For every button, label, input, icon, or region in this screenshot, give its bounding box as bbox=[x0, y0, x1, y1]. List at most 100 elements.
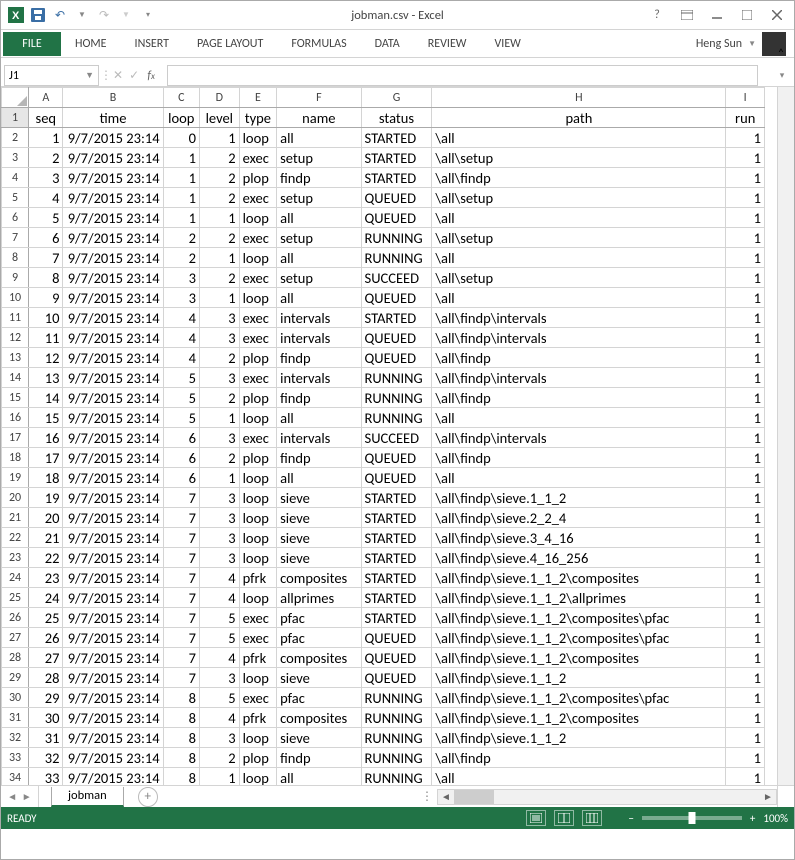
cell[interactable]: loop bbox=[239, 248, 277, 268]
cell[interactable]: QUEUED bbox=[361, 648, 432, 668]
cell[interactable]: 1 bbox=[726, 768, 765, 786]
row-header[interactable]: 17 bbox=[2, 428, 29, 448]
col-header-E[interactable]: E bbox=[239, 88, 277, 108]
excel-icon[interactable]: X bbox=[6, 5, 26, 25]
cell[interactable]: 26 bbox=[29, 628, 63, 648]
cell[interactable]: loop bbox=[239, 408, 277, 428]
cell[interactable]: 9/7/2015 23:14 bbox=[63, 348, 163, 368]
cell[interactable]: \all\findp\sieve.1_1_2\composites\pfac bbox=[432, 608, 726, 628]
cell[interactable]: 32 bbox=[29, 748, 63, 768]
cell[interactable]: 20 bbox=[29, 508, 63, 528]
cell[interactable]: sieve bbox=[277, 528, 361, 548]
cell[interactable]: QUEUED bbox=[361, 188, 432, 208]
cell[interactable]: \all\findp\sieve.3_4_16 bbox=[432, 528, 726, 548]
cell[interactable]: 9/7/2015 23:14 bbox=[63, 568, 163, 588]
cell[interactable]: 1 bbox=[726, 628, 765, 648]
cell[interactable]: composites bbox=[277, 648, 361, 668]
cell[interactable]: \all bbox=[432, 208, 726, 228]
cell[interactable]: loop bbox=[239, 128, 277, 148]
view-pagelayout-icon[interactable] bbox=[554, 810, 574, 826]
cell[interactable]: 4 bbox=[200, 708, 240, 728]
cell[interactable]: setup bbox=[277, 188, 361, 208]
cell[interactable]: 9/7/2015 23:14 bbox=[63, 488, 163, 508]
cell[interactable]: all bbox=[277, 248, 361, 268]
cell[interactable]: 1 bbox=[726, 668, 765, 688]
cell[interactable]: \all\setup bbox=[432, 188, 726, 208]
tab-view[interactable]: VIEW bbox=[480, 32, 534, 56]
horizontal-scrollbar[interactable]: ◄ ► bbox=[437, 789, 777, 805]
cell[interactable]: sieve bbox=[277, 728, 361, 748]
cell[interactable]: 2 bbox=[200, 168, 240, 188]
cell[interactable]: STARTED bbox=[361, 568, 432, 588]
cell[interactable]: QUEUED bbox=[361, 328, 432, 348]
cell[interactable]: 1 bbox=[726, 528, 765, 548]
hscroll-split-icon[interactable]: ⋮ bbox=[421, 789, 433, 804]
cell[interactable]: loop bbox=[239, 528, 277, 548]
cell[interactable]: 9/7/2015 23:14 bbox=[63, 508, 163, 528]
cell[interactable]: 8 bbox=[163, 748, 199, 768]
cell[interactable]: all bbox=[277, 768, 361, 786]
cell[interactable]: 4 bbox=[163, 308, 199, 328]
row-header[interactable]: 33 bbox=[2, 748, 29, 768]
cell[interactable]: 4 bbox=[200, 568, 240, 588]
cell[interactable]: \all bbox=[432, 468, 726, 488]
cell[interactable]: \all\findp bbox=[432, 168, 726, 188]
cell[interactable]: plop bbox=[239, 168, 277, 188]
cell[interactable]: pfac bbox=[277, 628, 361, 648]
view-pagebreak-icon[interactable] bbox=[582, 810, 602, 826]
cell[interactable]: 1 bbox=[726, 148, 765, 168]
cell[interactable]: 2 bbox=[200, 188, 240, 208]
cell[interactable]: 1 bbox=[726, 348, 765, 368]
cell[interactable]: STARTED bbox=[361, 128, 432, 148]
cell[interactable]: RUNNING bbox=[361, 228, 432, 248]
cell[interactable]: composites bbox=[277, 568, 361, 588]
cell[interactable]: 5 bbox=[200, 688, 240, 708]
row-header[interactable]: 29 bbox=[2, 668, 29, 688]
vertical-scrollbar[interactable] bbox=[777, 87, 794, 785]
view-normal-icon[interactable] bbox=[526, 810, 546, 826]
ribbon-display-icon[interactable] bbox=[674, 5, 700, 25]
cell[interactable]: 1 bbox=[200, 468, 240, 488]
cell[interactable]: 7 bbox=[163, 488, 199, 508]
cell[interactable]: 9/7/2015 23:14 bbox=[63, 648, 163, 668]
cell[interactable]: 9/7/2015 23:14 bbox=[63, 168, 163, 188]
cell[interactable]: name bbox=[277, 108, 361, 128]
save-icon[interactable] bbox=[28, 5, 48, 25]
user-name[interactable]: Heng Sun bbox=[696, 37, 742, 51]
cell[interactable]: loop bbox=[239, 468, 277, 488]
cell[interactable]: 29 bbox=[29, 688, 63, 708]
cell[interactable]: 9/7/2015 23:14 bbox=[63, 328, 163, 348]
row-header[interactable]: 19 bbox=[2, 468, 29, 488]
cell[interactable]: 8 bbox=[29, 268, 63, 288]
cell[interactable]: 30 bbox=[29, 708, 63, 728]
cell[interactable]: 1 bbox=[200, 768, 240, 786]
cell[interactable]: 1 bbox=[726, 408, 765, 428]
cell[interactable]: exec bbox=[239, 308, 277, 328]
cell[interactable]: 9/7/2015 23:14 bbox=[63, 468, 163, 488]
cell[interactable]: 7 bbox=[163, 528, 199, 548]
cell[interactable]: QUEUED bbox=[361, 628, 432, 648]
cell[interactable]: 9/7/2015 23:14 bbox=[63, 448, 163, 468]
cell[interactable]: pfac bbox=[277, 688, 361, 708]
cell[interactable]: 7 bbox=[29, 248, 63, 268]
row-header[interactable]: 34 bbox=[2, 768, 29, 786]
cell[interactable]: 3 bbox=[200, 328, 240, 348]
cell[interactable]: \all\findp\sieve.1_1_2\composites bbox=[432, 648, 726, 668]
cell[interactable]: STARTED bbox=[361, 308, 432, 328]
cell[interactable]: 8 bbox=[163, 688, 199, 708]
cell[interactable]: \all\setup bbox=[432, 228, 726, 248]
cell[interactable]: 9/7/2015 23:14 bbox=[63, 628, 163, 648]
cell[interactable]: type bbox=[239, 108, 277, 128]
cell[interactable]: 1 bbox=[163, 168, 199, 188]
cell[interactable]: intervals bbox=[277, 308, 361, 328]
redo-dropdown-icon[interactable]: ▼ bbox=[116, 5, 136, 25]
cell[interactable]: 3 bbox=[200, 308, 240, 328]
cell[interactable]: 5 bbox=[163, 388, 199, 408]
cell[interactable]: \all\findp\sieve.1_1_2\composites\pfac bbox=[432, 628, 726, 648]
cell[interactable]: STARTED bbox=[361, 508, 432, 528]
cell[interactable]: QUEUED bbox=[361, 348, 432, 368]
cell[interactable]: 3 bbox=[200, 668, 240, 688]
cell[interactable]: 7 bbox=[163, 508, 199, 528]
row-header[interactable]: 2 bbox=[2, 128, 29, 148]
cell[interactable]: 1 bbox=[726, 648, 765, 668]
